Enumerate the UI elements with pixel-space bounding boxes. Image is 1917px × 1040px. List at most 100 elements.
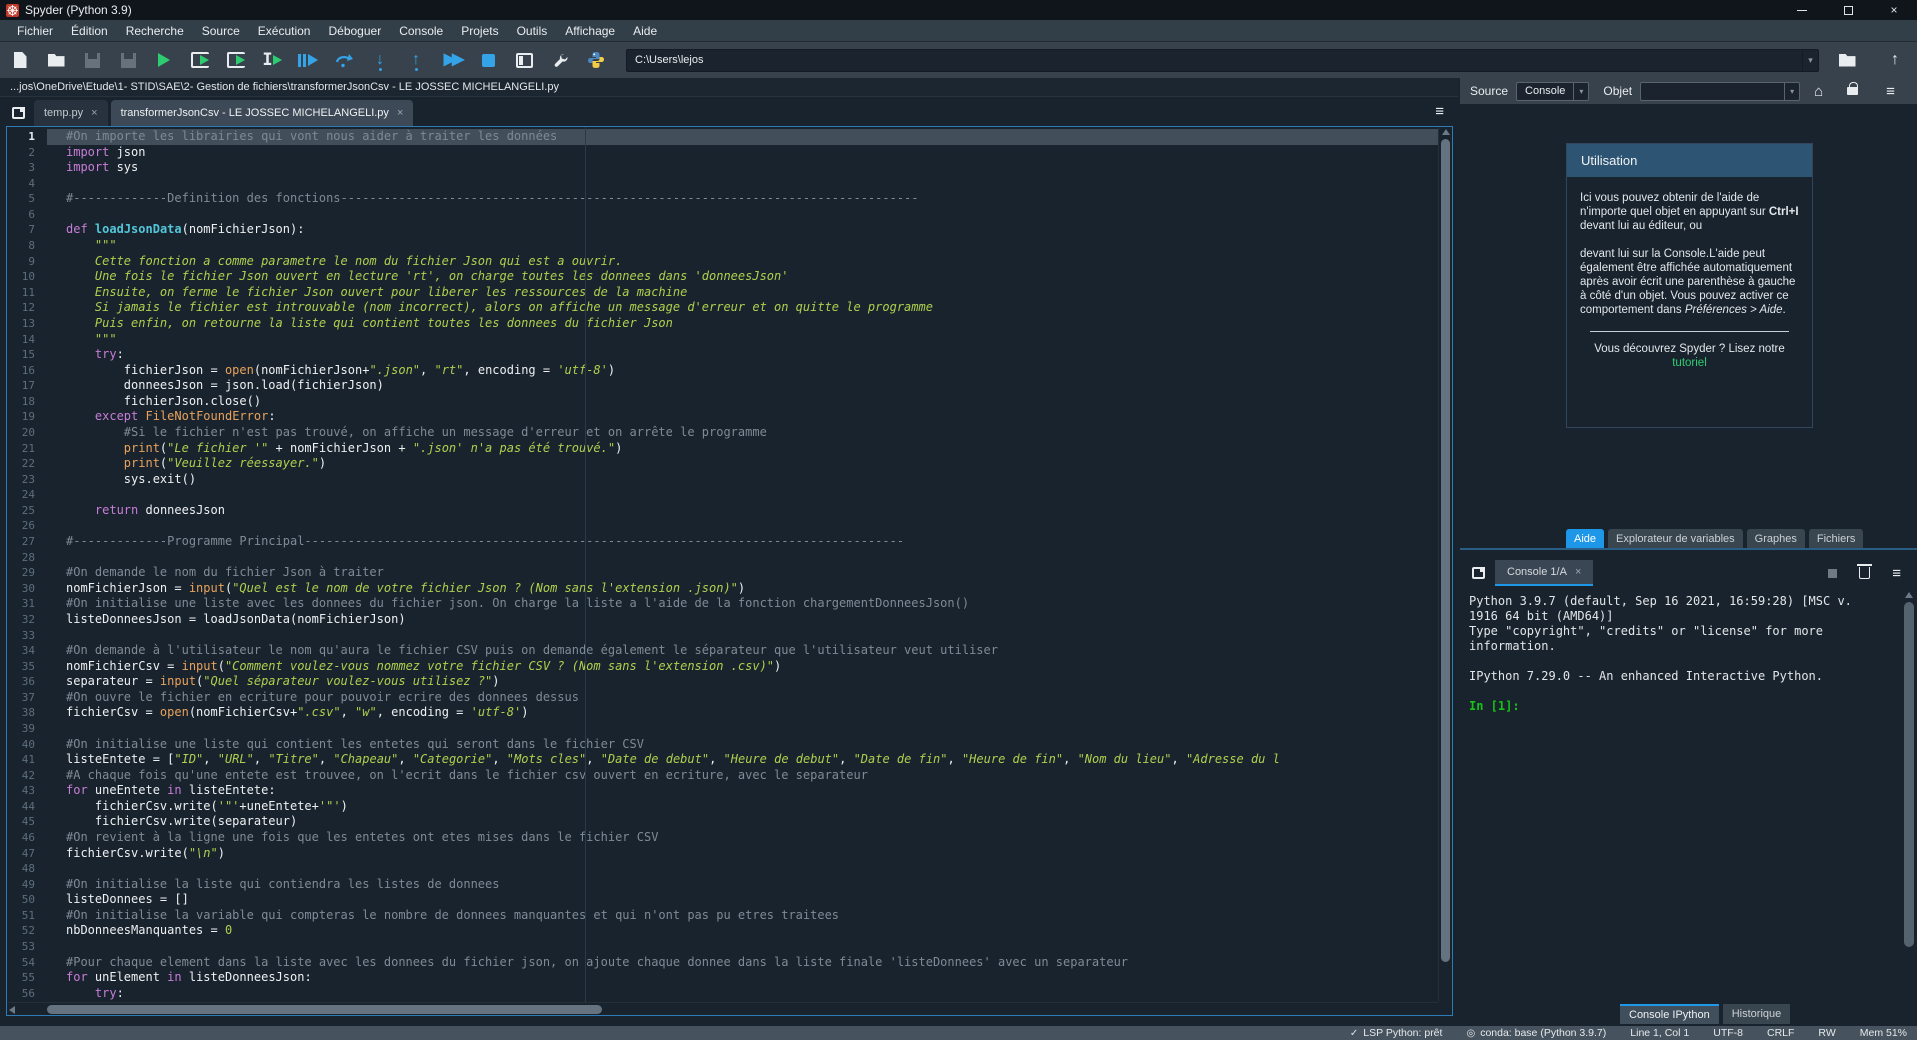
console-scroll-thumb[interactable] xyxy=(1904,602,1914,947)
code-line: 39 xyxy=(7,721,1438,737)
code-line-content xyxy=(47,518,1438,534)
run-selection-button[interactable]: I xyxy=(258,46,286,74)
home-icon[interactable]: ⌂ xyxy=(1814,83,1823,100)
browse-tabs-icon[interactable] xyxy=(12,107,25,119)
workdir-dropdown-arrow-icon[interactable]: ▾ xyxy=(1802,50,1818,71)
run-cell-advance-button[interactable] xyxy=(222,46,250,74)
python-env-button[interactable] xyxy=(582,46,610,74)
python-logo-icon xyxy=(587,51,605,69)
menu-item-exécution[interactable]: Exécution xyxy=(249,22,320,40)
status-label: Mem 51% xyxy=(1860,1027,1907,1039)
menu-item-projets[interactable]: Projets xyxy=(452,22,507,40)
new-file-button[interactable] xyxy=(6,46,34,74)
menu-item-recherche[interactable]: Recherche xyxy=(117,22,193,40)
console-browse-tabs-icon[interactable] xyxy=(1472,567,1485,579)
console-scrollbar[interactable] xyxy=(1903,592,1915,984)
maximize-button[interactable] xyxy=(1825,0,1871,20)
step-over-button[interactable] xyxy=(330,46,358,74)
stop-debug-button[interactable] xyxy=(474,46,502,74)
open-file-button[interactable] xyxy=(42,46,70,74)
source-select-arrow-icon[interactable]: ▾ xyxy=(1573,83,1588,100)
run-cell-button[interactable] xyxy=(186,46,214,74)
code-line-content: fichierCsv.write("\n") xyxy=(47,846,1438,862)
code-line: 21 print("Le fichier '" + nomFichierJson… xyxy=(7,441,1438,457)
console-panel-tab-console-ipython[interactable]: Console IPython xyxy=(1620,1004,1719,1024)
help-options-icon[interactable]: ≡ xyxy=(1886,83,1895,100)
step-out-button[interactable]: ↑ xyxy=(402,46,430,74)
console-prompt[interactable]: In [1]: xyxy=(1469,699,1897,714)
code-line-content: #On ouvre le fichier en ecriture pour po… xyxy=(47,690,1438,706)
maximize-pane-button[interactable] xyxy=(510,46,538,74)
line-number: 18 xyxy=(7,394,47,410)
console-scroll-up-icon[interactable] xyxy=(1905,592,1913,598)
line-number: 4 xyxy=(7,176,47,192)
close-tab-icon[interactable]: × xyxy=(397,107,403,119)
console-tab[interactable]: Console 1/A × xyxy=(1495,560,1593,586)
line-number: 17 xyxy=(7,378,47,394)
panel-tab-aide[interactable]: Aide xyxy=(1566,529,1604,548)
editor-vertical-scrollbar[interactable] xyxy=(1438,127,1452,1002)
editor-tab[interactable]: temp.py× xyxy=(34,100,108,126)
object-select[interactable]: ▾ xyxy=(1640,82,1800,101)
menu-item-console[interactable]: Console xyxy=(390,22,452,40)
working-directory-input[interactable] xyxy=(627,54,1802,66)
usage-card-title: Utilisation xyxy=(1567,144,1812,177)
browse-directory-button[interactable] xyxy=(1833,46,1861,74)
close-button[interactable]: × xyxy=(1871,0,1917,20)
code-line-content: nomFichierJson = input("Quel est le nom … xyxy=(47,581,1438,597)
line-number: 32 xyxy=(7,612,47,628)
run-button[interactable] xyxy=(150,46,178,74)
menu-item-fichier[interactable]: Fichier xyxy=(8,22,62,40)
code-line-content: #On initialise la liste qui contiendra l… xyxy=(47,877,1438,893)
menu-item-source[interactable]: Source xyxy=(193,22,249,40)
scroll-left-arrow-icon[interactable] xyxy=(9,1006,15,1014)
editor-tab[interactable]: transformerJsonCsv - LE JOSSEC MICHELANG… xyxy=(111,100,414,126)
line-number: 3 xyxy=(7,160,47,176)
save-button[interactable] xyxy=(78,46,106,74)
preferences-button[interactable] xyxy=(546,46,574,74)
lock-icon[interactable] xyxy=(1847,87,1858,95)
code-line-content: #A chaque fois qu'une entete est trouvee… xyxy=(47,768,1438,784)
menu-item-affichage[interactable]: Affichage xyxy=(556,22,624,40)
status-label: conda: base (Python 3.9.7) xyxy=(1480,1027,1606,1039)
line-number: 34 xyxy=(7,643,47,659)
console-panel-tab-historique[interactable]: Historique xyxy=(1723,1004,1791,1024)
editor-options-icon[interactable]: ≡ xyxy=(1435,103,1444,120)
panel-tab-graphes[interactable]: Graphes xyxy=(1747,529,1805,548)
status-label: LSP Python: prêt xyxy=(1363,1027,1442,1039)
step-into-button[interactable]: ↓ xyxy=(366,46,394,74)
code-editor[interactable]: 1#On importe les librairies qui vont nou… xyxy=(6,126,1453,1016)
close-tab-icon[interactable]: × xyxy=(91,107,97,119)
console-output[interactable]: Python 3.9.7 (default, Sep 16 2021, 16:5… xyxy=(1469,594,1897,714)
minimize-button[interactable] xyxy=(1779,0,1825,20)
menu-item-édition[interactable]: Édition xyxy=(62,22,117,40)
close-console-icon[interactable]: × xyxy=(1575,566,1581,578)
code-line-content: nbDonneesManquantes = 0 xyxy=(47,923,1438,939)
remove-variables-icon[interactable] xyxy=(1859,567,1870,579)
interrupt-kernel-icon[interactable] xyxy=(1828,569,1837,578)
menu-item-déboguer[interactable]: Déboguer xyxy=(319,22,390,40)
line-number: 51 xyxy=(7,908,47,924)
editor-horizontal-scrollbar[interactable] xyxy=(7,1002,1438,1015)
vertical-scroll-thumb[interactable] xyxy=(1441,139,1450,962)
code-line-content: #On initialise la variable qui compteras… xyxy=(47,908,1438,924)
line-number: 39 xyxy=(7,721,47,737)
menu-item-outils[interactable]: Outils xyxy=(508,22,557,40)
source-select[interactable]: Console ▾ xyxy=(1516,82,1589,101)
scroll-up-arrow-icon[interactable] xyxy=(1442,129,1450,135)
horizontal-scroll-thumb[interactable] xyxy=(47,1005,602,1014)
code-line-content: import sys xyxy=(47,160,1438,176)
debug-button[interactable] xyxy=(294,46,322,74)
menu-item-aide[interactable]: Aide xyxy=(624,22,666,40)
panel-tab-fichiers[interactable]: Fichiers xyxy=(1809,529,1864,548)
panel-tab-explorateur-de-variables[interactable]: Explorateur de variables xyxy=(1608,529,1743,548)
continue-debug-button[interactable]: ▶▶ xyxy=(438,46,466,74)
parent-directory-button[interactable]: ↑ xyxy=(1881,46,1909,74)
console-panel: Console 1/A × ≡ Python 3.9.7 (default, S… xyxy=(1460,552,1917,1026)
save-all-button[interactable] xyxy=(114,46,142,74)
line-number: 21 xyxy=(7,441,47,457)
status-label: RW xyxy=(1818,1027,1835,1039)
tutorial-link[interactable]: tutoriel xyxy=(1672,357,1707,369)
object-select-arrow-icon[interactable]: ▾ xyxy=(1784,83,1799,100)
console-options-icon[interactable]: ≡ xyxy=(1892,565,1901,582)
